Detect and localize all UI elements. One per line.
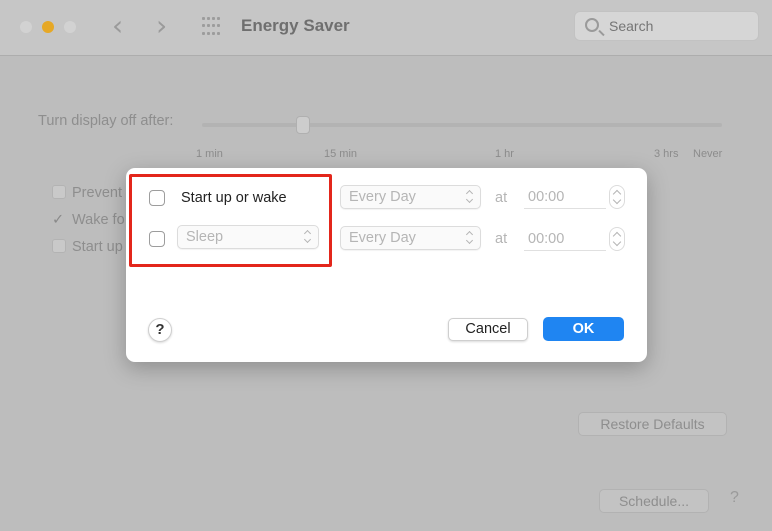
startup-time-stepper[interactable]	[609, 185, 625, 209]
slider-tick-label: 3 hrs	[654, 148, 679, 160]
dialog-help-button[interactable]: ?	[148, 318, 172, 342]
sleep-event-popup[interactable]: Sleep	[177, 225, 319, 249]
option-label: Wake fo	[72, 212, 125, 228]
sleep-time-stepper[interactable]	[609, 227, 625, 251]
startup-option[interactable]: Start up	[52, 239, 123, 255]
slider-tick-label: 15 min	[324, 148, 358, 160]
startup-wake-label: Start up or wake	[181, 190, 287, 206]
back-arrow-icon[interactable]: ‹	[112, 12, 123, 40]
restore-defaults-button[interactable]: Restore Defaults	[578, 412, 727, 436]
schedule-dialog: Start up or wake Every Day at Sleep Ever…	[126, 168, 647, 362]
window-title: Energy Saver	[241, 16, 350, 35]
wake-network-option[interactable]: ✓ Wake fo	[52, 212, 125, 228]
minimize-window-button[interactable]	[42, 21, 54, 33]
cancel-button[interactable]: Cancel	[448, 318, 528, 341]
updown-chevron-icon	[304, 230, 312, 244]
sleep-checkbox[interactable]	[149, 231, 165, 247]
checkbox[interactable]	[52, 185, 66, 199]
sleep-frequency-popup[interactable]: Every Day	[340, 226, 481, 250]
ok-button[interactable]: OK	[543, 317, 624, 341]
search-icon	[585, 18, 599, 32]
sleep-time-field[interactable]	[524, 227, 606, 251]
search-field[interactable]	[574, 11, 759, 41]
zoom-window-button[interactable]	[64, 21, 76, 33]
option-label: Prevent	[72, 185, 122, 201]
slider-tick-label: 1 min	[196, 148, 223, 160]
checkmark-icon[interactable]: ✓	[52, 212, 66, 228]
startup-frequency-popup[interactable]: Every Day	[340, 185, 481, 209]
display-off-slider-knob[interactable]	[296, 116, 310, 134]
show-all-grid-icon[interactable]	[202, 17, 222, 37]
prevent-sleep-option[interactable]: Prevent	[52, 185, 122, 201]
close-window-button[interactable]	[20, 21, 32, 33]
updown-chevron-icon	[466, 190, 474, 204]
schedule-button[interactable]: Schedule...	[599, 489, 709, 513]
window-titlebar: ‹ › Energy Saver	[0, 0, 772, 56]
at-label: at	[495, 231, 508, 247]
popup-value: Sleep	[186, 229, 224, 245]
popup-value: Every Day	[349, 230, 416, 246]
startup-wake-checkbox[interactable]	[149, 190, 165, 206]
slider-tick-label: 1 hr	[495, 148, 514, 160]
display-off-label: Turn display off after:	[38, 113, 174, 129]
stepper-down-icon[interactable]	[612, 195, 622, 205]
updown-chevron-icon	[466, 231, 474, 245]
option-label: Start up	[72, 239, 123, 255]
stepper-down-icon[interactable]	[612, 237, 622, 247]
panel-help-button[interactable]: ?	[730, 489, 739, 507]
checkbox[interactable]	[52, 239, 66, 253]
search-input[interactable]	[609, 18, 749, 34]
slider-tick-label: Never	[693, 148, 723, 160]
forward-arrow-icon[interactable]: ›	[156, 12, 167, 40]
display-off-slider[interactable]	[202, 123, 722, 127]
at-label: at	[495, 190, 508, 206]
popup-value: Every Day	[349, 189, 416, 205]
startup-time-field[interactable]	[524, 185, 606, 209]
